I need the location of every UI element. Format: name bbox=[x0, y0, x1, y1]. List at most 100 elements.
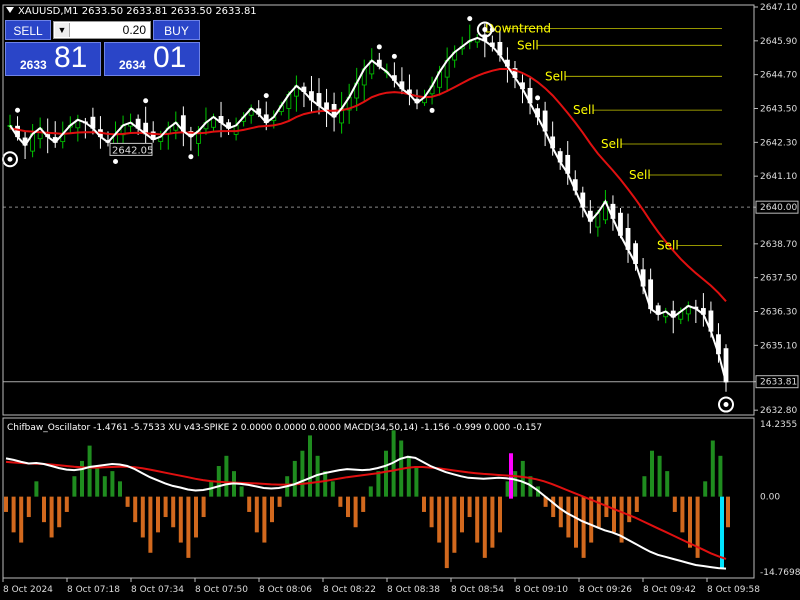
chart-background bbox=[0, 0, 800, 600]
histogram-bar bbox=[627, 496, 632, 523]
price-tick-label: 2640.00 bbox=[760, 203, 797, 213]
ring-marker-center bbox=[482, 27, 488, 33]
fractal-dot bbox=[467, 16, 473, 22]
histogram-bar bbox=[239, 486, 244, 497]
histogram-bar bbox=[520, 460, 525, 497]
histogram-bar bbox=[467, 496, 472, 518]
sell-quote[interactable]: 2633 81 bbox=[5, 41, 101, 76]
histogram-bar bbox=[171, 496, 176, 528]
price-tick-label: 2635.10 bbox=[760, 341, 797, 351]
histogram-bar bbox=[11, 496, 16, 533]
ring-marker-center bbox=[723, 402, 729, 408]
histogram-bar bbox=[338, 496, 343, 507]
price-tick-label: 2642.30 bbox=[760, 138, 797, 148]
histogram-bar bbox=[452, 496, 457, 553]
histogram-bar bbox=[64, 496, 69, 512]
histogram-bar bbox=[72, 476, 77, 497]
histogram-bar bbox=[156, 496, 160, 533]
time-axis-label: 8 Oct 08:22 bbox=[323, 585, 376, 595]
price-tick-label: 2632.80 bbox=[760, 406, 797, 416]
histogram-bar bbox=[148, 496, 153, 553]
fractal-dot bbox=[263, 93, 269, 99]
lot-size-input[interactable] bbox=[74, 22, 146, 38]
histogram-bar bbox=[444, 496, 449, 569]
histogram-bar bbox=[422, 496, 426, 512]
histogram-bar bbox=[384, 450, 388, 497]
histogram-bar bbox=[308, 435, 312, 497]
histogram-bar bbox=[482, 496, 487, 558]
time-axis-label: 8 Oct 09:26 bbox=[579, 585, 632, 595]
histogram-bar bbox=[95, 466, 100, 497]
signal-label: Sell bbox=[545, 69, 567, 83]
fractal-dot bbox=[15, 107, 21, 113]
histogram-bar bbox=[589, 496, 594, 543]
histogram-bar bbox=[406, 455, 411, 497]
histogram-bar bbox=[726, 496, 730, 528]
histogram-bar bbox=[498, 496, 502, 533]
histogram-bar bbox=[49, 496, 54, 538]
sell-quote-pips: 81 bbox=[54, 41, 88, 74]
oscillator-tick-label: -14.7698 bbox=[760, 568, 800, 578]
price-tick-label: 2637.50 bbox=[760, 274, 797, 284]
price-tick-label: 2638.70 bbox=[760, 240, 797, 250]
price-tick-label: 2641.10 bbox=[760, 172, 797, 182]
fractal-dot bbox=[376, 44, 382, 50]
histogram-bar bbox=[300, 450, 305, 497]
histogram-bar bbox=[642, 476, 647, 497]
histogram-bar bbox=[323, 471, 328, 497]
time-axis-label: 8 Oct 09:42 bbox=[643, 585, 696, 595]
time-axis-label: 8 Oct 08:06 bbox=[259, 585, 312, 595]
histogram-bar bbox=[581, 496, 586, 558]
histogram-bar bbox=[87, 445, 92, 497]
time-axis-label: 8 Oct 08:54 bbox=[451, 585, 504, 595]
histogram-bar bbox=[224, 455, 229, 497]
oscillator-title: Chifbaw_Oscillator -1.4761 -5.7533 XU v4… bbox=[7, 423, 542, 433]
signal-label: Sell bbox=[517, 38, 539, 52]
histogram-bar bbox=[194, 496, 198, 538]
histogram-bar bbox=[346, 496, 350, 518]
fractal-dot bbox=[429, 107, 435, 113]
price-tick-label: 2643.50 bbox=[760, 105, 797, 115]
histogram-bar bbox=[665, 471, 670, 497]
histogram-bar bbox=[612, 496, 616, 533]
fractal-dot bbox=[535, 95, 541, 101]
buy-button[interactable]: BUY bbox=[153, 20, 200, 40]
histogram-bar bbox=[57, 496, 62, 528]
chart-area[interactable]: Downtrend Sell Sell Sell Sell Sell Sell 2642.05… bbox=[0, 0, 800, 600]
histogram-bar bbox=[330, 481, 335, 497]
histogram-bar bbox=[110, 471, 115, 497]
fractal-dot bbox=[391, 53, 397, 59]
histogram-bar bbox=[125, 496, 130, 507]
fractal-dot bbox=[143, 98, 149, 104]
histogram-bar bbox=[270, 496, 274, 523]
histogram-bar bbox=[262, 496, 267, 543]
signal-label: Sell bbox=[601, 137, 623, 151]
histogram-bar bbox=[551, 496, 556, 518]
histogram-bar bbox=[513, 471, 518, 497]
sell-button[interactable]: SELL bbox=[5, 20, 51, 40]
histogram-bar bbox=[186, 496, 191, 558]
histogram-bar bbox=[292, 460, 297, 497]
histogram-bar bbox=[361, 496, 366, 512]
histogram-bar bbox=[672, 496, 677, 512]
oscillator-tick-label: 14.2355 bbox=[760, 420, 797, 430]
histogram-bar bbox=[574, 496, 578, 548]
histogram-bar bbox=[133, 496, 138, 523]
buy-quote-pips: 01 bbox=[153, 41, 187, 74]
signal-label: Sell bbox=[573, 103, 595, 117]
histogram-bar bbox=[102, 476, 107, 497]
histogram-bar bbox=[680, 496, 685, 533]
lot-dropdown-icon[interactable]: ▼ bbox=[55, 23, 70, 37]
histogram-bar bbox=[4, 496, 8, 512]
histogram-bar bbox=[353, 496, 358, 528]
histogram-bar bbox=[429, 496, 434, 528]
histogram-bar bbox=[26, 496, 31, 518]
buy-quote[interactable]: 2634 01 bbox=[104, 41, 200, 76]
histogram-bar bbox=[201, 496, 206, 518]
histogram-bar bbox=[42, 496, 46, 523]
histogram-bar bbox=[703, 481, 708, 497]
time-axis-label: 8 Oct 09:10 bbox=[515, 585, 568, 595]
time-axis-label: 8 Oct 2024 bbox=[3, 585, 53, 595]
collapse-triangle-icon[interactable] bbox=[5, 6, 15, 14]
signal-label: Sell bbox=[657, 238, 679, 252]
